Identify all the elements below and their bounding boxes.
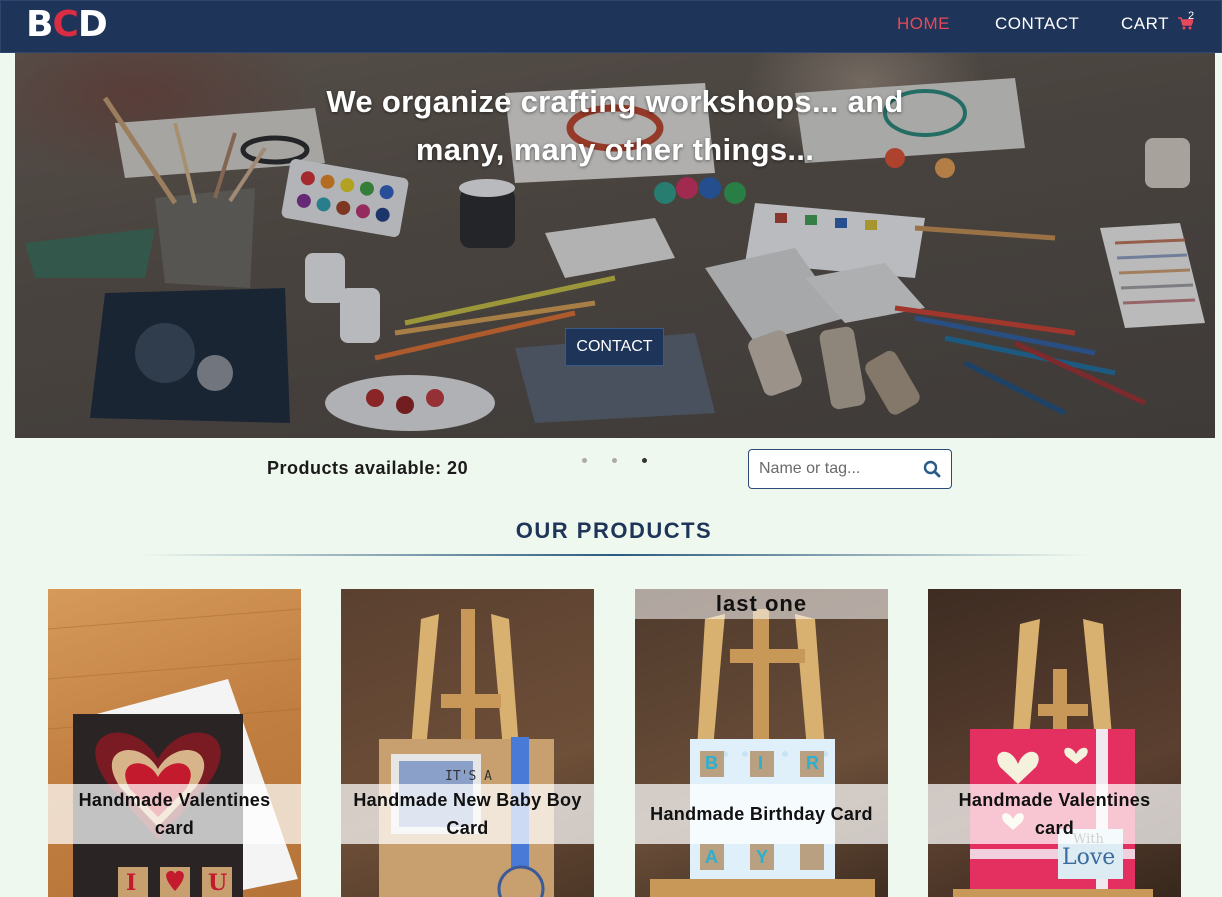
search-input[interactable] xyxy=(759,459,919,479)
product-name: Handmade Valentines card xyxy=(48,784,301,844)
product-card[interactable]: IT'S A Handmade New Baby Boy Card xyxy=(341,589,594,897)
product-image xyxy=(48,608,301,897)
products-available-count: Products available: 20 xyxy=(267,458,469,478)
nav-contact-link[interactable]: CONTACT xyxy=(995,14,1079,34)
card-letter-i: I xyxy=(126,870,137,896)
section-title: OUR PRODUCTS xyxy=(515,518,713,543)
card-letter-u: U xyxy=(208,870,228,896)
product-card[interactable]: With Love Handmade Valentines card xyxy=(928,589,1181,897)
logo-letter-b: B xyxy=(26,4,53,45)
product-name: Handmade Valentines card xyxy=(928,784,1181,844)
card-letter: I xyxy=(758,753,764,773)
logo-letter-c: C xyxy=(52,4,78,45)
card-text: Love xyxy=(1062,845,1116,870)
hero-contact-button[interactable]: CONTACT xyxy=(565,328,664,366)
card-letter: B xyxy=(705,753,718,773)
search-icon[interactable] xyxy=(923,460,941,483)
nav-cart-label: CART xyxy=(1121,14,1169,33)
product-card[interactable]: B I R A Y last one Handmade Birthday Car… xyxy=(635,589,888,897)
hero-carousel: We organize crafting workshops... and ma… xyxy=(15,53,1215,438)
cart-count-badge: 2 xyxy=(1188,10,1195,22)
navbar: BCD HOME CONTACT CART 2 xyxy=(0,0,1222,53)
product-name: Handmade Birthday Card xyxy=(635,784,888,844)
product-card[interactable]: Handmade Valentines card I U xyxy=(48,589,301,897)
nav-home-link[interactable]: HOME xyxy=(897,14,950,34)
section-divider xyxy=(140,554,1090,556)
nav-cart-link[interactable]: CART xyxy=(1121,14,1195,35)
card-letter-tiles xyxy=(118,867,232,897)
card-letter: R xyxy=(806,753,819,773)
product-image xyxy=(379,609,554,897)
carousel-dot-3[interactable] xyxy=(642,458,647,463)
card-letter: A xyxy=(705,847,718,867)
brand-logo[interactable]: BCD xyxy=(26,4,108,45)
hero-title-line-2: many, many other things... xyxy=(415,132,815,167)
stock-badge: last one xyxy=(635,589,888,619)
search-box xyxy=(748,449,952,489)
product-image xyxy=(953,619,1153,897)
logo-letter-d: D xyxy=(77,4,108,45)
product-name: Handmade New Baby Boy Card xyxy=(341,784,594,844)
hero-title-line-1: We organize crafting workshops... and xyxy=(326,84,904,119)
card-letter: Y xyxy=(756,847,769,867)
hero-title: We organize crafting workshops... and ma… xyxy=(15,78,1215,174)
card-text: IT'S A xyxy=(445,769,492,784)
carousel-dot-1[interactable] xyxy=(582,458,587,463)
carousel-dot-2[interactable] xyxy=(612,458,617,463)
